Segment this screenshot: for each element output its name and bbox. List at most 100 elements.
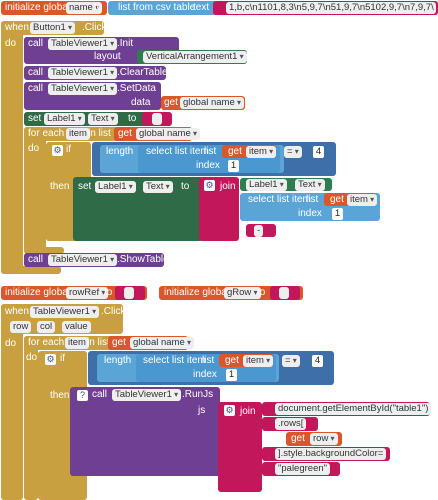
when-label: when — [5, 22, 29, 33]
init-global-keyword: initialize global — [164, 287, 230, 298]
global-name-field[interactable]: global name — [180, 97, 245, 109]
index-param-label: index — [298, 208, 322, 219]
js-text-3-field[interactable]: ].style.backgroundColor= — [275, 448, 387, 460]
empty-text-field[interactable] — [152, 113, 162, 125]
empty-text-field[interactable] — [124, 287, 134, 299]
join-label: join — [240, 406, 256, 417]
vertical-arrangement-field[interactable]: VerticalArrangement1 — [143, 51, 247, 63]
then-label: then — [50, 390, 70, 401]
compare-number-field[interactable]: 4 — [312, 355, 323, 367]
button1-component-field[interactable]: Button1 — [30, 22, 75, 34]
index-number-field[interactable]: 1 — [226, 369, 237, 381]
row-field[interactable]: row — [310, 433, 338, 445]
list-from-csv-label: list from csv table — [118, 2, 196, 13]
js-text-1-field[interactable]: document.getElementById("table1") — [275, 403, 432, 415]
csv-text-field[interactable]: 1,b,c\n1101,8,3\n5,9,7\n51,9,7\n5102,9,7… — [226, 2, 436, 14]
click-event-label: .Click — [82, 22, 107, 33]
list-param-label: list — [202, 355, 215, 366]
tableviewer1-field[interactable]: TableViewer1 — [30, 306, 100, 318]
to-label: to — [94, 2, 103, 13]
if-label: if — [60, 353, 65, 364]
index-param-label: index — [193, 369, 217, 380]
do-label: do — [5, 338, 17, 349]
equals-operator-field[interactable]: = — [284, 146, 302, 158]
text-property-field[interactable]: Text — [88, 113, 118, 125]
set-label: set — [28, 113, 42, 124]
to-label: to — [104, 287, 113, 298]
if-mutator-gear-icon[interactable]: ⚙ — [52, 145, 63, 156]
empty-text-field[interactable] — [279, 287, 289, 299]
select-list-item-label: select list item — [143, 355, 206, 366]
global-name-field[interactable]: global name — [130, 337, 195, 349]
var-rowref-field[interactable]: rowRef — [66, 287, 109, 299]
param-value-field[interactable]: value — [62, 321, 91, 333]
get-label: get — [225, 355, 239, 366]
join-mutator-gear-icon[interactable]: ⚙ — [204, 180, 215, 191]
js-text-4-field[interactable]: "palegreen" — [275, 463, 331, 475]
compare-number-field[interactable]: 4 — [313, 146, 324, 158]
for-each-label: for each — [28, 337, 65, 348]
tableviewer1-field[interactable]: TableViewer1 — [48, 67, 118, 79]
param-row-field[interactable]: row — [10, 321, 32, 333]
label1-component-field[interactable]: Label1 — [44, 113, 85, 125]
index-number-field[interactable]: 1 — [332, 208, 343, 220]
item-var-field[interactable]: item — [65, 337, 89, 349]
init-global-keyword: initialize global — [5, 2, 71, 13]
var-grow-field[interactable]: gRow — [224, 287, 261, 299]
cleartable-method-label: .ClearTable — [117, 67, 168, 78]
list-param-label: list — [306, 194, 319, 205]
then-label: then — [50, 181, 70, 192]
item-field[interactable]: item — [246, 146, 277, 158]
tableviewer1-field[interactable]: TableViewer1 — [112, 389, 182, 401]
tableviewer1-field[interactable]: TableViewer1 — [48, 38, 118, 50]
item-var-field[interactable]: item — [66, 128, 90, 140]
length-label: length — [104, 355, 132, 366]
get-label: get — [228, 146, 242, 157]
param-col-field[interactable]: col — [37, 321, 56, 333]
call-label: call — [28, 38, 44, 49]
call-label: call — [92, 389, 108, 400]
list-param-label: list — [204, 146, 217, 157]
index-number-field[interactable]: 1 — [228, 160, 239, 172]
text-keyword: text — [193, 2, 210, 13]
tableviewer1-click-body-rail — [1, 304, 23, 500]
label1-component-field[interactable]: Label1 — [246, 179, 287, 191]
to-label: to — [181, 181, 190, 192]
join-mutator-gear-icon[interactable]: ⚙ — [224, 405, 235, 416]
button1-click-foot — [1, 266, 61, 274]
js-text-2-field[interactable]: .rows[ — [275, 418, 307, 430]
get-label: get — [118, 128, 132, 139]
length-label: length — [106, 146, 134, 157]
init-global-keyword: initialize global — [5, 287, 71, 298]
label1-component-field[interactable]: Label1 — [95, 181, 136, 193]
runjs-help-icon[interactable]: ? — [77, 390, 88, 401]
join-label: join — [220, 181, 236, 192]
text-property-field[interactable]: Text — [295, 179, 325, 191]
js-param-label: js — [198, 405, 206, 416]
in-list-label: in list — [88, 128, 111, 139]
select-list-item-label: select list item — [248, 194, 311, 205]
get-label: get — [291, 433, 305, 444]
if-mutator-gear-icon[interactable]: ⚙ — [45, 354, 56, 365]
call-label: call — [28, 67, 44, 78]
data-param-label: data — [131, 97, 151, 108]
if-label: if — [66, 144, 71, 155]
index-param-label: index — [196, 160, 220, 171]
tableviewer1-field[interactable]: TableViewer1 — [48, 83, 118, 95]
when-label: when — [5, 306, 29, 317]
text-property-field[interactable]: Text — [143, 181, 173, 193]
item-field[interactable]: item — [347, 194, 378, 206]
global-name-field[interactable]: global name — [136, 128, 201, 140]
get-label: get — [112, 337, 126, 348]
select-list-item-label: select list item — [146, 146, 209, 157]
equals-operator-field[interactable]: = — [282, 355, 300, 367]
button1-click-body-rail — [1, 21, 23, 272]
call-label: call — [28, 83, 44, 94]
do-label: do — [5, 38, 17, 49]
tableviewer1-field[interactable]: TableViewer1 — [48, 254, 118, 266]
layout-param-label: layout — [94, 51, 121, 62]
set-label: set — [78, 181, 92, 192]
get-label: get — [164, 97, 178, 108]
dash-text-field[interactable]: - — [254, 225, 264, 237]
item-field[interactable]: item — [243, 355, 274, 367]
